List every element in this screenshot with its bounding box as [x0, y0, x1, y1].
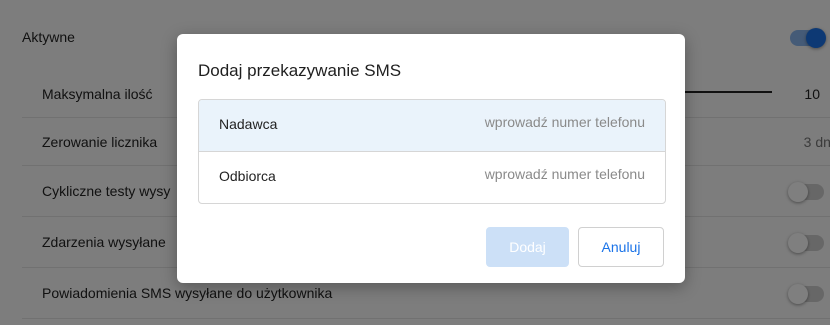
dialog-title: Dodaj przekazywanie SMS [198, 61, 402, 80]
add-sms-forwarding-dialog: Dodaj przekazywanie SMS Nadawca Odbiorca… [177, 34, 685, 283]
cancel-button[interactable]: Anuluj [578, 227, 664, 267]
sender-input[interactable] [405, 114, 645, 130]
recipient-row: Odbiorca [199, 152, 665, 203]
recipient-label: Odbiorca [219, 168, 276, 184]
add-button[interactable]: Dodaj [486, 227, 569, 267]
sender-label: Nadawca [219, 116, 278, 132]
phone-fields: Nadawca Odbiorca [198, 99, 666, 204]
sender-row: Nadawca [199, 100, 665, 151]
recipient-input[interactable] [405, 166, 645, 182]
